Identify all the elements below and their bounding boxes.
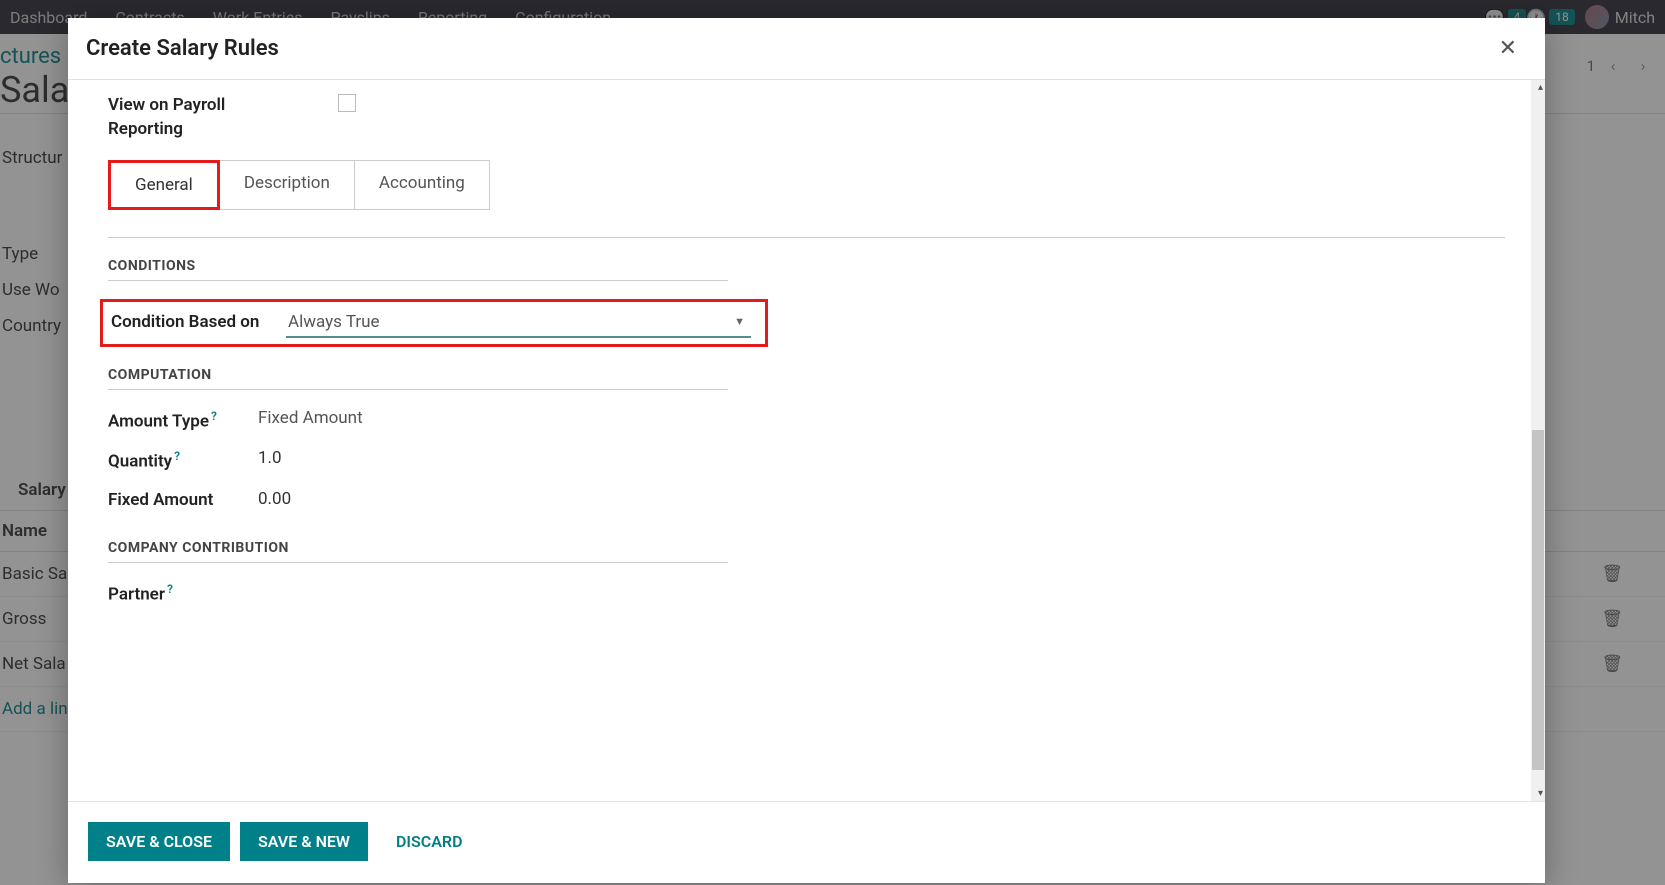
section-company-contribution: COMPANY CONTRIBUTION — [108, 540, 1545, 556]
tab-general[interactable]: General — [108, 160, 220, 210]
label-fixed-amount: Fixed Amount — [108, 489, 258, 513]
label-partner: Partner? — [108, 581, 258, 607]
save-and-new-button[interactable]: SAVE & NEW — [240, 822, 368, 861]
create-salary-rules-modal: Create Salary Rules ✕ ▴ ▾ View on Payrol… — [68, 18, 1545, 883]
value-amount-type[interactable]: Fixed Amount — [258, 408, 363, 428]
chevron-down-icon: ▼ — [734, 315, 745, 328]
scroll-up-icon[interactable]: ▴ — [1538, 82, 1543, 93]
close-icon[interactable]: ✕ — [1499, 36, 1517, 61]
scrollbar-thumb[interactable] — [1532, 430, 1544, 770]
condition-value: Always True — [288, 312, 380, 332]
select-condition-based-on[interactable]: Always True ▼ — [286, 308, 751, 338]
save-and-close-button[interactable]: SAVE & CLOSE — [88, 822, 230, 861]
label-quantity: Quantity? — [108, 448, 258, 474]
help-icon[interactable]: ? — [174, 449, 180, 463]
help-icon[interactable]: ? — [211, 409, 217, 423]
tab-description[interactable]: Description — [220, 160, 355, 210]
condition-based-on-row: Condition Based on Always True ▼ — [100, 299, 768, 347]
help-icon[interactable]: ? — [167, 582, 173, 596]
scroll-down-icon[interactable]: ▾ — [1538, 788, 1543, 799]
label-condition-based-on: Condition Based on — [111, 311, 286, 335]
value-quantity[interactable]: 1.0 — [258, 448, 282, 468]
checkbox-view-on-payroll[interactable] — [338, 94, 356, 112]
scrollbar-track[interactable]: ▴ ▾ — [1531, 80, 1545, 801]
section-conditions: CONDITIONS — [108, 258, 1545, 274]
label-amount-type: Amount Type? — [108, 408, 258, 434]
tabs: General Description Accounting — [108, 160, 1545, 210]
discard-button[interactable]: DISCARD — [378, 822, 481, 861]
modal-footer: SAVE & CLOSE SAVE & NEW DISCARD — [68, 801, 1545, 883]
label-view-on-payroll: View on Payroll Reporting — [108, 94, 278, 142]
section-computation: COMPUTATION — [108, 367, 1545, 383]
modal-title: Create Salary Rules — [86, 36, 279, 61]
tab-accounting[interactable]: Accounting — [355, 160, 490, 210]
value-fixed-amount[interactable]: 0.00 — [258, 489, 291, 509]
